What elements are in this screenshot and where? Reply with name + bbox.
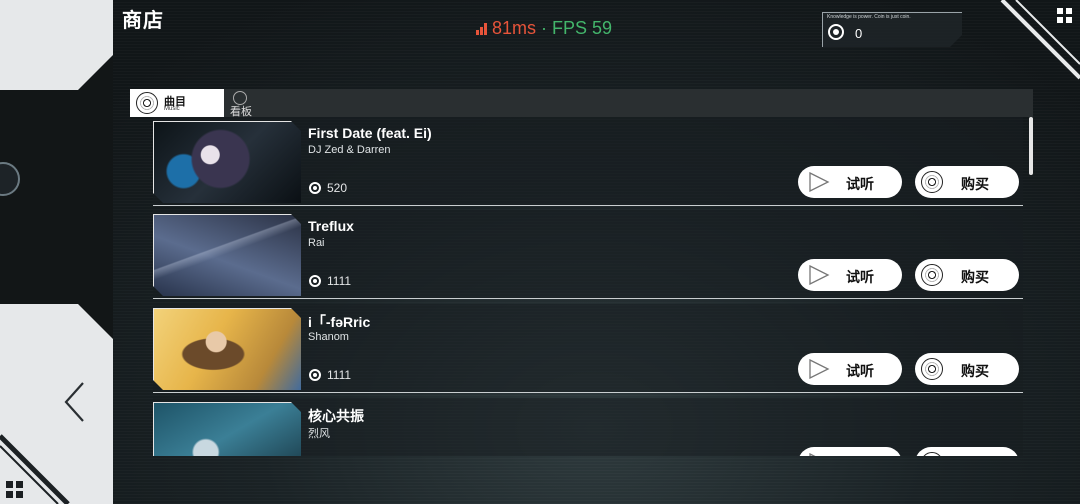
play-icon [809, 265, 830, 285]
tab-music[interactable]: 曲目 Music [130, 89, 224, 117]
song-title: Treflux [308, 218, 354, 234]
song-price: 1111 [327, 368, 352, 382]
play-icon [809, 172, 830, 192]
coin-icon [309, 275, 321, 287]
buy-label: 购买 [961, 176, 989, 192]
stats-separator: · [541, 18, 548, 38]
tab-sublabel: Music [164, 106, 180, 112]
fps-value: FPS 59 [552, 18, 613, 38]
disc-icon [136, 92, 158, 114]
song-list[interactable]: First Date (feat. Ei) DJ Zed & Darren 52… [130, 117, 1033, 456]
cover-art [153, 121, 301, 203]
play-icon [809, 359, 830, 379]
cover-art [153, 402, 301, 456]
song-title: i「-fəRric [308, 314, 371, 330]
listen-label: 试听 [846, 176, 874, 192]
coin-icon [309, 182, 321, 194]
chevron-left-icon [64, 382, 84, 422]
disc-icon [921, 358, 943, 380]
coin-value: 0 [855, 26, 863, 41]
grid-icon[interactable] [6, 481, 24, 499]
disc-icon [921, 452, 943, 456]
signal-bars-icon [476, 22, 487, 35]
song-title: First Date (feat. Ei) [308, 125, 432, 141]
buy-label: 购买 [961, 455, 989, 456]
song-artist: 烈风 [308, 428, 330, 440]
song-artist: Rai [308, 237, 325, 249]
listen-button[interactable]: 试听 [798, 166, 902, 198]
grid-icon[interactable] [1057, 8, 1073, 24]
disc-icon [921, 264, 943, 286]
listen-button[interactable]: 试听 [798, 259, 902, 291]
play-icon [809, 453, 816, 456]
back-button[interactable] [55, 380, 95, 424]
tab-bar: 曲目 Music 看板 [130, 89, 1033, 118]
scrollbar-thumb[interactable] [1029, 117, 1033, 175]
tab-board[interactable]: 看板 [230, 89, 290, 118]
song-price: 1111 [327, 274, 352, 288]
song-title: 核心共振 [308, 408, 364, 424]
song-row[interactable]: Treflux Rai 1111 试听 购买 [153, 210, 1023, 299]
network-stats: 81ms · FPS 59 [476, 18, 612, 39]
listen-button[interactable]: 试听 [798, 447, 902, 456]
song-price: 520 [327, 181, 348, 195]
buy-label: 购买 [961, 363, 989, 379]
buy-label: 购买 [961, 269, 989, 285]
song-artist: Shanom [308, 331, 349, 343]
song-artist: DJ Zed & Darren [308, 144, 391, 156]
song-row[interactable]: 核心共振 烈风 试听 购买 [153, 398, 1023, 456]
listen-label: 试听 [846, 455, 874, 456]
coin-balance: Knowledge is power. Coin is just coin. 0 [822, 12, 962, 47]
listen-label: 试听 [846, 363, 874, 379]
ping-value: 81ms [492, 18, 537, 38]
buy-button[interactable]: 购买 [915, 447, 1019, 456]
coin-icon [309, 369, 321, 381]
buy-button[interactable]: 购买 [915, 259, 1019, 291]
cover-art [153, 308, 301, 390]
listen-button[interactable]: 试听 [798, 353, 902, 385]
cover-art [153, 214, 301, 296]
song-row[interactable]: First Date (feat. Ei) DJ Zed & Darren 52… [153, 117, 1023, 206]
buy-button[interactable]: 购买 [915, 353, 1019, 385]
page-title: 商店 [122, 10, 164, 32]
coin-tip: Knowledge is power. Coin is just coin. [827, 14, 911, 20]
coin-icon [828, 24, 844, 40]
disc-icon [921, 171, 943, 193]
song-row[interactable]: i「-fəRric Shanom 1111 试听 购买 [153, 304, 1023, 393]
listen-label: 试听 [846, 269, 874, 285]
buy-button[interactable]: 购买 [915, 166, 1019, 198]
